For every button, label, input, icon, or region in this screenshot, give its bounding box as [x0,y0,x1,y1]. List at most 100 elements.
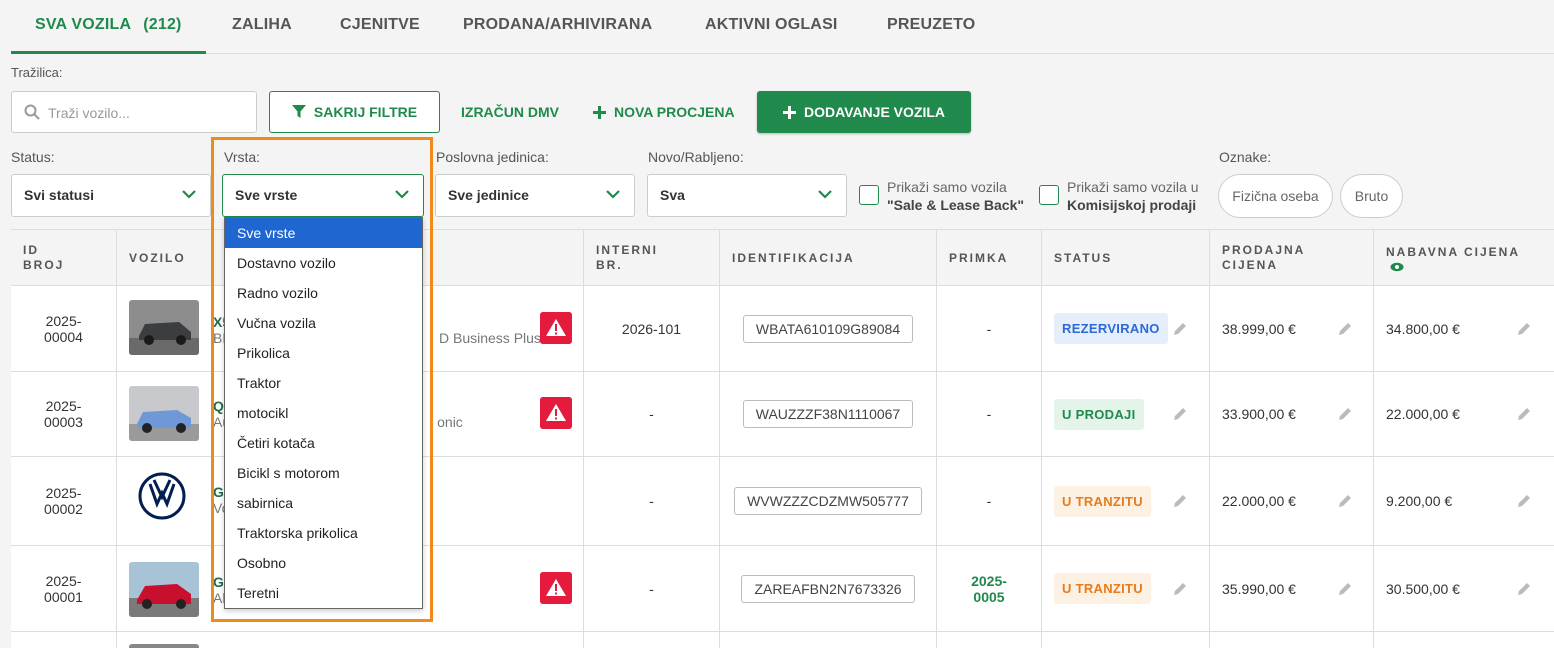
dropdown-option[interactable]: Osobno [225,548,422,578]
primka-cell: - [937,457,1042,545]
vehicle-thumbnail[interactable] [129,562,199,617]
col-identification[interactable]: IDENTIFIKACIJA [720,230,937,286]
tab-count: (212) [143,16,182,33]
table-row[interactable] [11,632,1554,648]
col-internal-line1: INTERNI [596,243,658,257]
internal-cell: - [584,372,720,456]
warning-icon[interactable] [540,312,572,344]
unit-filter-label: Poslovna jedinica: [436,149,549,165]
pencil-icon[interactable] [1517,494,1531,508]
tab-stock[interactable]: ZALIHA [208,0,316,53]
tab-valuations[interactable]: CJENITVE [316,0,444,53]
vehicle-thumbnail[interactable] [129,300,199,355]
tab-all-vehicles[interactable]: SVA VOZILA (212) [11,0,206,54]
pencil-icon[interactable] [1338,322,1352,336]
primka-link[interactable]: 2025- 0005 [971,573,1007,605]
search-box[interactable] [11,91,257,133]
search-input[interactable] [48,102,248,124]
dropdown-option[interactable]: Radno vozilo [225,278,422,308]
dropdown-option[interactable]: motocikl [225,398,422,428]
pencil-icon[interactable] [1173,407,1187,421]
new-estimate-button[interactable]: NOVA PROCJENA [593,91,735,133]
pencil-icon[interactable] [1338,582,1352,596]
dropdown-option[interactable]: Dostavno vozilo [225,248,422,278]
status-badge: U TRANZITU [1054,573,1151,604]
pencil-icon[interactable] [1338,494,1352,508]
sale-price-cell: 38.999,00 € [1210,286,1374,371]
purchase-price-cell: 9.200,00 € [1374,457,1554,545]
dropdown-option[interactable]: Vučna vozila [225,308,422,338]
tab-taken-over[interactable]: PREUZETO [863,0,999,53]
pencil-icon[interactable] [1338,407,1352,421]
tag-gross[interactable]: Bruto [1340,174,1403,218]
vin-value[interactable]: ZAREAFBN2N7673326 [741,574,915,603]
pencil-icon[interactable] [1173,494,1187,508]
dropdown-option[interactable]: Prikolica [225,338,422,368]
type-select[interactable]: Sve vrste [222,174,424,217]
col-id[interactable]: ID BROJ [11,230,117,286]
vehicle-thumbnail[interactable] [129,644,199,648]
sale-price-cell: 22.000,00 € [1210,457,1374,545]
sale-price-cell: 35.990,00 € [1210,546,1374,631]
dropdown-option[interactable]: sabirnica [225,488,422,518]
status-cell: U TRANZITU [1042,546,1210,631]
dropdown-option[interactable]: Bicikl s motorom [225,458,422,488]
primka-line2: 0005 [973,588,1005,605]
status-select[interactable]: Svi statusi [11,174,211,217]
col-purchase-price[interactable]: NABAVNA CIJENA [1374,230,1554,286]
vin-value[interactable]: WAUZZZF38N1110067 [742,400,914,428]
dropdown-option[interactable]: Traktor [225,368,422,398]
pencil-icon[interactable] [1517,322,1531,336]
commission-checkbox[interactable] [1039,185,1059,205]
pencil-icon[interactable] [1173,322,1187,336]
status-cell [1042,632,1210,648]
pencil-icon[interactable] [1173,582,1187,596]
sale-lease-checkbox[interactable] [859,185,879,205]
vin-value[interactable]: WBATA610109G89084 [742,314,914,343]
type-dropdown-list: Sve vrste Dostavno vozilo Radno vozilo V… [224,217,423,609]
id-line1: 2025- [45,312,82,329]
sale-price-value: 38.999,00 € [1222,320,1296,337]
tag-physical-person[interactable]: Fizična oseba [1218,174,1333,218]
ident-cell: WVWZZZCDZMW505777 [720,457,937,545]
id-line2: 00004 [44,328,83,345]
vehicle-thumbnail[interactable] [129,386,199,441]
add-vehicle-button[interactable]: DODAVANJE VOZILA [757,91,971,133]
dropdown-option[interactable]: Teretni [225,578,422,608]
status-badge: REZERVIRANO [1054,313,1168,344]
primka-value: - [986,406,992,422]
search-label: Tražilica: [11,65,63,80]
pencil-icon[interactable] [1517,407,1531,421]
warning-icon[interactable] [540,572,572,604]
status-cell: U PRODAJI [1042,372,1210,456]
tab-active-ads[interactable]: AKTIVNI OGLASI [681,0,862,53]
col-internal[interactable]: INTERNI BR. [584,230,720,286]
sale-lease-line1: Prikaži samo vozila [887,179,1007,195]
internal-cell: - [584,546,720,631]
col-sale-price[interactable]: PRODAJNA CIJENA [1210,230,1374,286]
primka-cell: 2025- 0005 [937,546,1042,631]
warning-icon[interactable] [540,397,572,429]
col-sale-line2: CIJENA [1222,258,1279,272]
col-status[interactable]: STATUS [1042,230,1210,286]
ident-cell [720,632,937,648]
tab-sold-archived[interactable]: PRODANA/ARHIVIRANA [439,0,676,53]
pencil-icon[interactable] [1517,582,1531,596]
sale-price-value: 35.990,00 € [1222,580,1296,597]
primka-cell [937,632,1042,648]
col-primka[interactable]: PRIMKA [937,230,1042,286]
dropdown-option[interactable]: Traktorska prikolica [225,518,422,548]
dropdown-option-all-types[interactable]: Sve vrste [225,218,422,248]
eye-icon[interactable] [1390,262,1404,272]
dropdown-option[interactable]: Četiri kotača [225,428,422,458]
purchase-price-cell: 30.500,00 € [1374,546,1554,631]
vin-value[interactable]: WVWZZZCDZMW505777 [734,487,922,515]
hide-filters-button[interactable]: SAKRIJ FILTRE [269,91,440,133]
dmv-calc-button[interactable]: IZRAČUN DMV [461,91,559,133]
id-cell [11,632,117,648]
new-used-select[interactable]: Sva [647,174,847,217]
purchase-price-cell: 22.000,00 € [1374,372,1554,456]
unit-select[interactable]: Sve jedinice [435,174,635,217]
status-badge: U TRANZITU [1054,485,1151,517]
col-sale-line1: PRODAJNA [1222,243,1306,257]
